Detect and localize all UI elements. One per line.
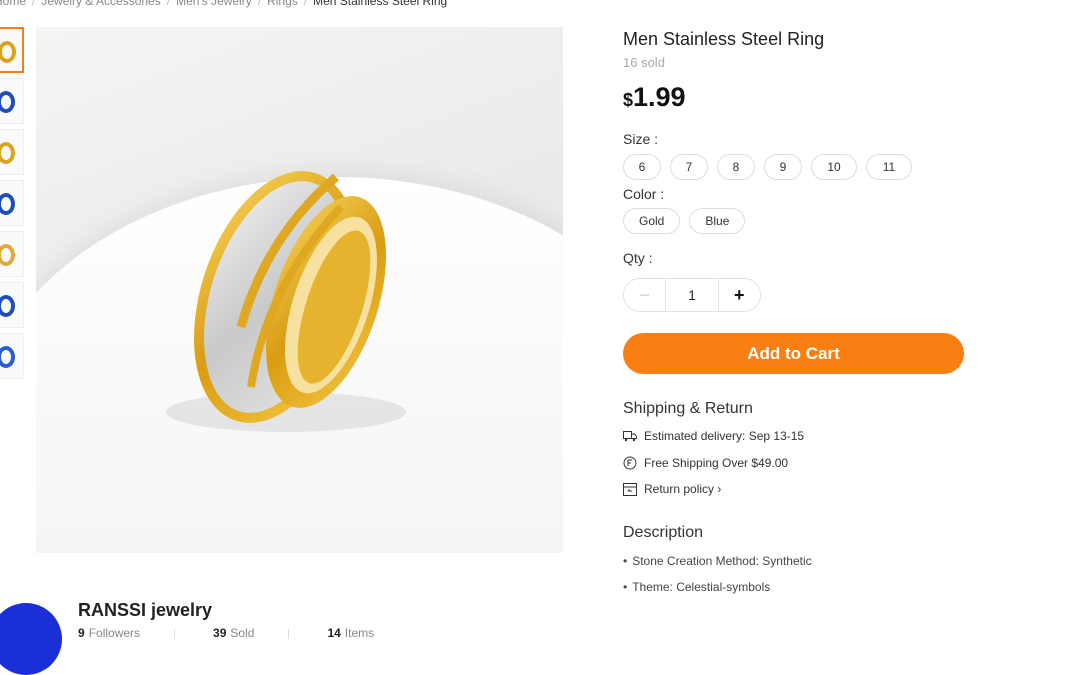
size-label: Size :	[623, 131, 659, 147]
ring-thumb-icon	[0, 91, 15, 113]
thumbnail-3[interactable]	[0, 129, 24, 175]
store-stats: 9 Followers 39 Sold 14 Items	[78, 626, 374, 640]
breadcrumb-current: Men Stainless Steel Ring	[313, 0, 448, 8]
thumbnail-2[interactable]	[0, 78, 24, 124]
qty-decrement-button[interactable]: −	[624, 285, 665, 306]
thumbnail-4[interactable]	[0, 180, 24, 226]
qty-label: Qty :	[623, 250, 653, 266]
thumbnail-7[interactable]	[0, 333, 24, 379]
shipping-heading: Shipping & Return	[623, 400, 753, 417]
items-count: 14	[327, 626, 341, 640]
delivery-row: Estimated delivery: Sep 13-15	[623, 429, 804, 443]
breadcrumb-rings[interactable]: Rings	[267, 0, 298, 8]
product-title: Men Stainless Steel Ring	[623, 29, 825, 49]
breadcrumb-separator: /	[257, 0, 262, 8]
free-shipping-row: Free Shipping Over $49.00	[623, 456, 788, 470]
truck-icon	[623, 431, 637, 442]
store-name[interactable]: RANSSI jewelry	[78, 600, 212, 621]
size-option-8[interactable]: 8	[717, 154, 755, 180]
description-item: Theme: Celestial-symbols	[623, 580, 770, 594]
ring-image	[166, 171, 406, 432]
ring-thumb-icon	[0, 346, 15, 368]
color-label: Color :	[623, 186, 665, 202]
breadcrumb-jewelry[interactable]: Jewelry & Accessories	[41, 0, 160, 8]
size-option-7[interactable]: 7	[670, 154, 708, 180]
qty-input[interactable]: 1	[665, 279, 719, 311]
color-option-gold[interactable]: Gold	[623, 208, 681, 234]
size-option-10[interactable]: 10	[811, 154, 857, 180]
color-options: Gold Blue	[623, 208, 746, 234]
product-price: $1.99	[623, 82, 686, 113]
description-item: Stone Creation Method: Synthetic	[623, 554, 811, 568]
qty-increment-button[interactable]: +	[719, 285, 760, 306]
items-label: Items	[344, 626, 375, 640]
breadcrumb-home[interactable]: Home	[0, 0, 26, 8]
return-policy-link[interactable]: Return policy ›	[644, 482, 721, 496]
delivery-text: Estimated delivery: Sep 13-15	[644, 429, 805, 443]
store-items: 14 Items	[327, 626, 374, 640]
ring-thumb-icon	[0, 244, 15, 266]
thumbnail-6[interactable]	[0, 282, 24, 328]
ring-thumb-icon	[0, 193, 15, 215]
stat-divider	[174, 629, 176, 639]
size-option-9[interactable]: 9	[764, 154, 802, 180]
store-sold-label: Sold	[230, 626, 255, 640]
ring-thumb-icon	[0, 295, 15, 317]
free-shipping-icon	[623, 456, 637, 470]
stat-divider	[288, 629, 290, 639]
ring-thumb-icon	[0, 41, 16, 63]
thumbnail-strip	[0, 27, 26, 384]
breadcrumb-separator: /	[32, 0, 36, 8]
color-option-blue[interactable]: Blue	[689, 208, 746, 234]
breadcrumb-separator: /	[166, 0, 171, 8]
free-shipping-text: Free Shipping Over $49.00	[644, 456, 789, 470]
followers-count: 9	[78, 626, 85, 640]
add-to-cart-button[interactable]: Add to Cart	[623, 333, 964, 374]
store-sold-count: 39	[213, 626, 227, 640]
store-followers: 9 Followers	[78, 626, 140, 640]
thumbnail-1[interactable]	[0, 27, 24, 73]
return-policy-row[interactable]: Return policy ›	[623, 482, 721, 496]
followers-label: Followers	[88, 626, 141, 640]
description-heading: Description	[623, 524, 704, 541]
return-box-icon	[623, 482, 637, 496]
ring-thumb-icon	[0, 142, 15, 164]
store-avatar[interactable]	[0, 603, 62, 675]
quantity-stepper: − 1 +	[623, 278, 761, 312]
product-main-image[interactable]	[36, 27, 563, 553]
store-sold: 39 Sold	[213, 626, 254, 640]
size-option-6[interactable]: 6	[623, 154, 661, 180]
size-options: 6 7 8 9 10 11	[623, 154, 912, 180]
thumbnail-5[interactable]	[0, 231, 24, 277]
price-amount: 1.99	[633, 82, 686, 112]
sold-count: 16 sold	[623, 55, 665, 70]
breadcrumb: Home / Jewelry & Accessories / Men's Jew…	[0, 0, 447, 8]
breadcrumb-mens-jewelry[interactable]: Men's Jewelry	[176, 0, 252, 8]
size-option-11[interactable]: 11	[866, 154, 912, 180]
breadcrumb-separator: /	[303, 0, 308, 8]
price-currency: $	[623, 90, 634, 110]
